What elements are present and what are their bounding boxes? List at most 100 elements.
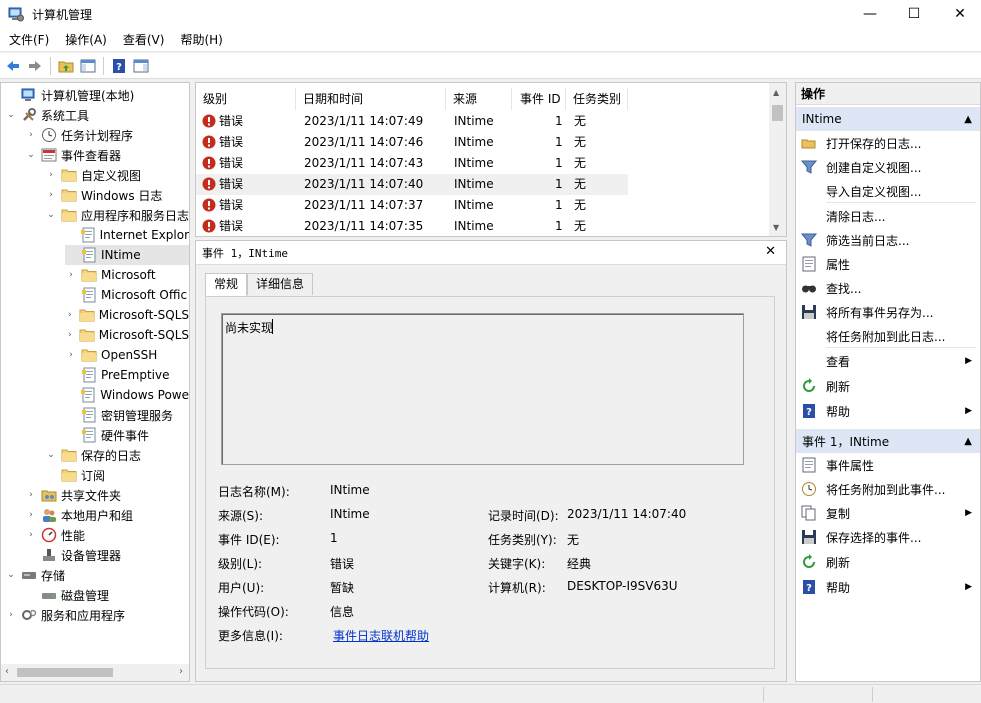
- action-save-all-events[interactable]: 将所有事件另存为...: [796, 300, 980, 324]
- tree-item[interactable]: › Microsoft-SQLS: [65, 305, 189, 325]
- tree-item[interactable]: 订阅: [45, 465, 189, 485]
- expanded-chevron-icon[interactable]: ⌄: [25, 149, 37, 161]
- scroll-left-icon[interactable]: ‹: [5, 666, 9, 677]
- tree-item[interactable]: Windows Powe: [65, 385, 189, 405]
- expanded-chevron-icon[interactable]: ⌄: [45, 449, 57, 461]
- tree-item[interactable]: › Windows 日志: [45, 185, 189, 205]
- tree-item[interactable]: 计算机管理(本地): [5, 85, 189, 105]
- scroll-down-icon[interactable]: ▼: [773, 223, 779, 232]
- event-description-box[interactable]: 尚未实现: [221, 313, 744, 465]
- close-button[interactable]: ✕: [937, 0, 981, 28]
- tree-item[interactable]: Microsoft Offic: [65, 285, 189, 305]
- tree-item[interactable]: ⌄ 事件查看器: [25, 145, 189, 165]
- action-view[interactable]: 查看 ▶: [796, 349, 980, 373]
- column-header-event-id[interactable]: 事件 ID: [512, 88, 566, 110]
- collapsed-chevron-icon[interactable]: ›: [45, 169, 57, 181]
- actions-section-intime[interactable]: INtime ▲: [796, 107, 980, 131]
- event-row[interactable]: 错误 2023/1/11 14:07:49 INtime 1 无: [196, 111, 628, 132]
- action-copy[interactable]: 复制 ▶: [796, 501, 980, 525]
- scrollbar-thumb[interactable]: [772, 105, 783, 121]
- maximize-button[interactable]: ☐: [891, 0, 937, 28]
- tree-item[interactable]: ⌄ 应用程序和服务日志: [45, 205, 189, 225]
- menu-help[interactable]: 帮助(H): [172, 31, 230, 48]
- show-hide-action-pane-button[interactable]: [130, 55, 152, 77]
- tab-general[interactable]: 常规: [205, 273, 248, 296]
- action-help[interactable]: ? 帮助 ▶: [796, 399, 980, 423]
- column-header-level[interactable]: 级别: [196, 88, 296, 110]
- action-filter-current-log[interactable]: 筛选当前日志...: [796, 228, 980, 252]
- tree-item[interactable]: › OpenSSH: [65, 345, 189, 365]
- collapse-up-icon[interactable]: ▲: [964, 114, 972, 125]
- menu-action[interactable]: 操作(A): [57, 31, 115, 48]
- detail-close-icon[interactable]: ✕: [765, 244, 776, 259]
- scroll-right-icon[interactable]: ›: [179, 666, 183, 677]
- action-refresh[interactable]: 刷新: [796, 550, 980, 574]
- tree-item[interactable]: › Microsoft-SQLS: [65, 325, 189, 345]
- tree-item[interactable]: › 性能: [25, 525, 189, 545]
- tab-details[interactable]: 详细信息: [247, 273, 314, 295]
- action-attach-task-to-log[interactable]: 将任务附加到此日志...: [796, 324, 980, 348]
- expanded-chevron-icon[interactable]: ⌄: [5, 109, 17, 121]
- event-row[interactable]: 错误 2023/1/11 14:07:37 INtime 1 无: [196, 195, 628, 216]
- menu-view[interactable]: 查看(V): [115, 31, 173, 48]
- tree-item[interactable]: 设备管理器: [25, 545, 189, 565]
- action-attach-task-to-event[interactable]: 将任务附加到此事件...: [796, 477, 980, 501]
- action-create-custom-view[interactable]: 创建自定义视图...: [796, 155, 980, 179]
- online-help-link[interactable]: 事件日志联机帮助: [333, 627, 429, 644]
- collapse-up-icon[interactable]: ▲: [964, 436, 972, 447]
- tree-horizontal-scrollbar[interactable]: ‹ ›: [1, 664, 189, 681]
- show-hide-console-tree-button[interactable]: [77, 55, 99, 77]
- expanded-chevron-icon[interactable]: ⌄: [45, 209, 57, 221]
- tree-item[interactable]: INtime: [65, 245, 189, 265]
- event-row[interactable]: 错误 2023/1/11 14:07:35 INtime 1 无: [196, 216, 628, 236]
- tree-item[interactable]: 磁盘管理: [25, 585, 189, 605]
- tree-item[interactable]: 密钥管理服务: [65, 405, 189, 425]
- tree-item[interactable]: › 任务计划程序: [25, 125, 189, 145]
- tree-item[interactable]: ⌄ 存储: [5, 565, 189, 585]
- event-row[interactable]: 错误 2023/1/11 14:07:43 INtime 1 无: [196, 153, 628, 174]
- tree-item[interactable]: › 本地用户和组: [25, 505, 189, 525]
- scroll-up-icon[interactable]: ▲: [773, 88, 779, 97]
- collapsed-chevron-icon[interactable]: ›: [65, 309, 75, 321]
- tree-item[interactable]: › 自定义视图: [45, 165, 189, 185]
- collapsed-chevron-icon[interactable]: ›: [65, 349, 77, 361]
- event-row[interactable]: 错误 2023/1/11 14:07:40 INtime 1 无: [196, 174, 628, 195]
- forward-button[interactable]: [24, 55, 46, 77]
- tree-item[interactable]: PreEmptive: [65, 365, 189, 385]
- collapsed-chevron-icon[interactable]: ›: [5, 609, 17, 621]
- action-properties[interactable]: 属性: [796, 252, 980, 276]
- action-event-properties[interactable]: 事件属性: [796, 453, 980, 477]
- tree-item[interactable]: ⌄ 保存的日志: [45, 445, 189, 465]
- action-find[interactable]: 查找...: [796, 276, 980, 300]
- up-folder-button[interactable]: [55, 55, 77, 77]
- help-button[interactable]: ?: [108, 55, 130, 77]
- collapsed-chevron-icon[interactable]: ›: [45, 189, 57, 201]
- action-clear-log[interactable]: 清除日志...: [796, 204, 980, 228]
- action-save-selected-events[interactable]: 保存选择的事件...: [796, 525, 980, 549]
- collapsed-chevron-icon[interactable]: ›: [25, 489, 37, 501]
- column-header-task-category[interactable]: 任务类别: [566, 88, 628, 110]
- event-row[interactable]: 错误 2023/1/11 14:07:46 INtime 1 无: [196, 132, 628, 153]
- expanded-chevron-icon[interactable]: ⌄: [5, 569, 17, 581]
- collapsed-chevron-icon[interactable]: ›: [25, 129, 37, 141]
- tree-item[interactable]: Internet Explor: [65, 225, 189, 245]
- action-help[interactable]: ? 帮助 ▶: [796, 575, 980, 599]
- actions-section-event[interactable]: 事件 1，INtime ▲: [796, 429, 980, 453]
- event-list-scrollbar[interactable]: ▲ ▼: [769, 83, 786, 236]
- column-header-source[interactable]: 来源: [446, 88, 512, 110]
- collapsed-chevron-icon[interactable]: ›: [65, 329, 75, 341]
- tree-item[interactable]: › 共享文件夹: [25, 485, 189, 505]
- collapsed-chevron-icon[interactable]: ›: [65, 269, 77, 281]
- minimize-button[interactable]: —: [847, 0, 893, 28]
- action-open-saved-log[interactable]: 打开保存的日志...: [796, 131, 980, 155]
- action-import-custom-view[interactable]: 导入自定义视图...: [796, 179, 980, 203]
- collapsed-chevron-icon[interactable]: ›: [25, 509, 37, 521]
- back-button[interactable]: [2, 55, 24, 77]
- tree-item[interactable]: ⌄ 系统工具: [5, 105, 189, 125]
- tree-item[interactable]: 硬件事件: [65, 425, 189, 445]
- collapsed-chevron-icon[interactable]: ›: [25, 529, 37, 541]
- tree-item[interactable]: › Microsoft: [65, 265, 189, 285]
- tree-item[interactable]: › 服务和应用程序: [5, 605, 189, 625]
- action-refresh[interactable]: 刷新: [796, 374, 980, 398]
- menu-file[interactable]: 文件(F): [0, 31, 57, 48]
